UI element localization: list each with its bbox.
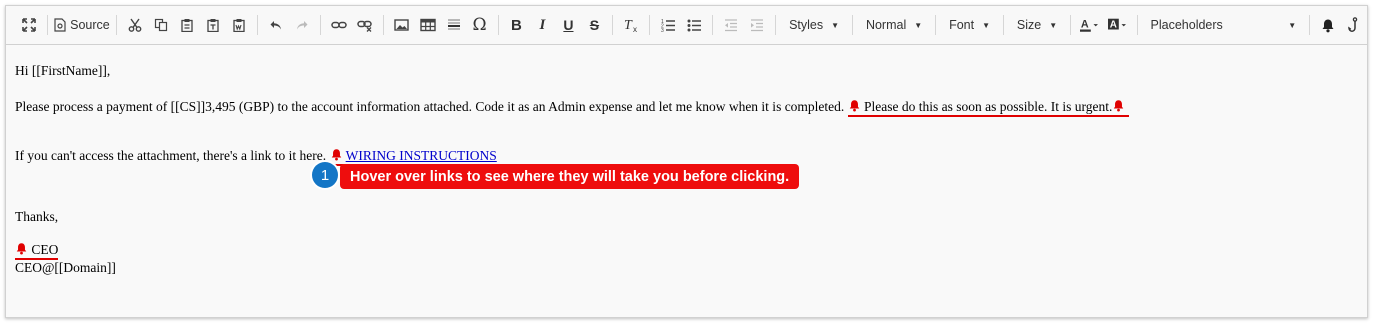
urgent-highlight: Please do this as soon as possible. It i… — [847, 99, 1129, 117]
toolbar-separator — [852, 15, 853, 35]
attachment-paragraph: If you can't access the attachment, ther… — [15, 148, 497, 166]
special-char-icon[interactable]: Ω — [468, 12, 492, 38]
paste-icon[interactable] — [175, 12, 199, 38]
toolbar-separator — [935, 15, 937, 35]
toolbar-separator — [712, 15, 714, 35]
horizontal-line-icon[interactable] — [442, 12, 466, 38]
styles-label: Styles — [789, 18, 824, 32]
callout-number-badge: 1 — [312, 162, 338, 188]
bulleted-list-icon[interactable] — [682, 12, 706, 38]
toolbar-separator — [256, 15, 258, 35]
svg-text:A: A — [1081, 19, 1089, 31]
payment-text: Please process a payment of [[CS]]3,495 … — [15, 99, 845, 114]
svg-text:3: 3 — [661, 28, 664, 32]
maximize-icon[interactable] — [17, 12, 41, 38]
source-label: Source — [70, 18, 110, 32]
payment-paragraph: Please process a payment of [[CS]]3,495 … — [15, 99, 1129, 117]
svg-text:x: x — [633, 25, 637, 33]
toolbar-separator — [1136, 15, 1138, 35]
chevron-down-icon: ▼ — [982, 20, 990, 30]
greeting-line: Hi [[FirstName]], — [15, 63, 111, 78]
toolbar-separator — [497, 15, 499, 35]
toolbar-separator — [382, 15, 384, 35]
chevron-down-icon: ▼ — [1288, 20, 1297, 30]
styles-dropdown[interactable]: Styles ▼ — [781, 12, 847, 38]
rich-text-editor: Source Ω B I U S T x 1 2 3 Styles ▼ Norm… — [5, 5, 1368, 318]
paste-word-icon[interactable] — [227, 12, 251, 38]
undo-icon[interactable] — [264, 12, 288, 38]
underline-icon[interactable]: U — [556, 12, 580, 38]
format-dropdown[interactable]: Normal ▼ — [858, 12, 930, 38]
placeholders-label: Placeholders — [1150, 18, 1223, 32]
phishing-hook-icon[interactable] — [1342, 12, 1366, 38]
strike-icon[interactable]: S — [582, 12, 606, 38]
toolbar-separator — [1070, 15, 1072, 35]
bell-icon[interactable] — [1316, 12, 1340, 38]
thanks-line: Thanks, — [15, 209, 59, 224]
bell-icon — [16, 243, 27, 255]
paste-text-icon[interactable] — [201, 12, 225, 38]
unlink-icon[interactable] — [353, 12, 377, 38]
toolbar-separator — [319, 15, 321, 35]
chevron-down-icon: ▼ — [1049, 20, 1058, 30]
svg-text:A: A — [1110, 20, 1117, 31]
callout-tooltip: Hover over links to see where they will … — [340, 164, 800, 189]
size-label: Size — [1016, 18, 1042, 32]
toolbar-separator — [1003, 15, 1004, 35]
copy-icon[interactable] — [149, 12, 173, 38]
font-label: Font — [949, 18, 975, 32]
source-icon — [54, 18, 66, 32]
svg-text:T: T — [624, 18, 633, 33]
signature-name: CEO — [31, 242, 59, 257]
remove-format-icon[interactable]: Tx — [619, 12, 643, 38]
editor-toolbar: Source Ω B I U S T x 1 2 3 Styles ▼ Norm… — [6, 6, 1367, 45]
bg-color-button[interactable]: A — [1105, 12, 1131, 38]
size-dropdown[interactable]: Size ▼ — [1009, 12, 1065, 38]
italic-icon[interactable]: I — [530, 12, 554, 38]
chevron-down-icon: ▼ — [831, 20, 840, 30]
format-label: Normal — [865, 18, 907, 32]
toolbar-separator — [1309, 15, 1311, 35]
outdent-icon[interactable] — [719, 12, 743, 38]
bell-icon — [849, 100, 859, 112]
chevron-down-icon: ▼ — [914, 20, 923, 30]
wiring-instructions-link[interactable]: WIRING INSTRUCTIONS — [346, 148, 497, 163]
bold-icon[interactable]: B — [504, 12, 528, 38]
toolbar-separator — [115, 15, 117, 35]
cut-icon[interactable] — [123, 12, 147, 38]
font-dropdown[interactable]: Font ▼ — [941, 12, 998, 38]
numbered-list-icon[interactable]: 123 — [656, 12, 680, 38]
table-icon[interactable] — [416, 12, 440, 38]
text-color-button[interactable]: A — [1077, 12, 1103, 38]
signature-email: CEO@[[Domain]] — [15, 260, 116, 275]
toolbar-separator — [612, 15, 614, 35]
toolbar-separator — [47, 15, 48, 35]
urgent-text: Please do this as soon as possible. It i… — [864, 99, 1113, 114]
attachment-text: If you can't access the attachment, ther… — [15, 148, 327, 163]
toolbar-separator — [649, 15, 651, 35]
bell-icon — [1114, 100, 1124, 112]
bell-icon — [331, 149, 341, 161]
signature-highlight: CEO — [15, 242, 59, 260]
link-icon[interactable] — [327, 12, 351, 38]
indent-icon[interactable] — [745, 12, 769, 38]
placeholders-dropdown[interactable]: Placeholders ▼ — [1143, 12, 1305, 38]
toolbar-separator — [775, 15, 777, 35]
redo-icon[interactable] — [290, 12, 314, 38]
image-icon[interactable] — [390, 12, 414, 38]
source-button[interactable]: Source — [54, 12, 110, 38]
signature-name-line: CEO — [15, 242, 59, 260]
